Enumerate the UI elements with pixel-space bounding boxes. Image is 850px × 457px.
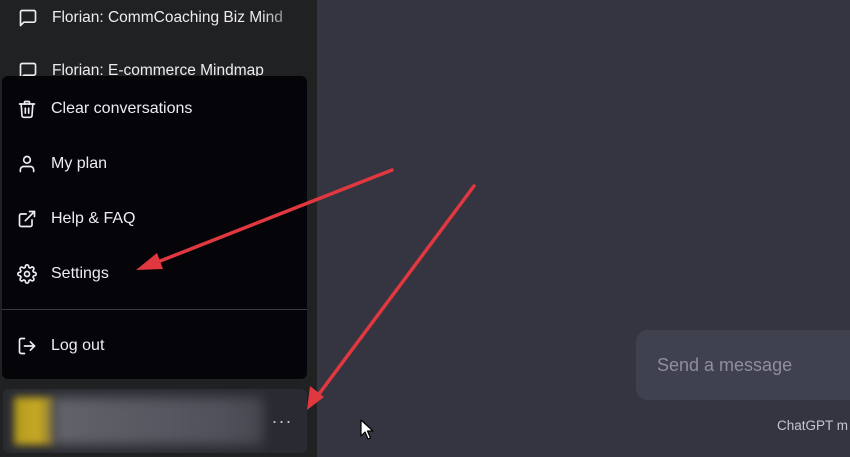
external-link-icon [17, 209, 37, 229]
gear-icon [17, 264, 37, 284]
blurred-user-name [53, 397, 263, 445]
menu-item-help-faq[interactable]: Help & FAQ [2, 197, 307, 241]
menu-item-my-plan[interactable]: My plan [2, 142, 307, 186]
menu-item-log-out[interactable]: Log out [2, 324, 307, 368]
trash-icon [17, 99, 37, 119]
conversation-title: Florian: CommCoaching Biz Mind [52, 9, 283, 26]
message-input[interactable] [655, 353, 847, 377]
footer-disclaimer: ChatGPT m [777, 418, 849, 433]
menu-item-label: Settings [51, 265, 109, 282]
message-composer [636, 330, 850, 400]
menu-item-label: My plan [51, 155, 108, 172]
logout-icon [17, 336, 37, 356]
menu-item-label: Log out [51, 337, 105, 354]
menu-item-settings[interactable]: Settings [2, 252, 307, 296]
more-options-button[interactable]: ··· [269, 409, 295, 433]
annotation-arrow-user [314, 184, 476, 400]
menu-item-label: Help & FAQ [51, 210, 136, 227]
user-account-button[interactable]: ··· [3, 389, 307, 453]
account-menu: Clear conversations My plan Help & FAQ S… [2, 76, 307, 379]
mouse-cursor-icon [360, 419, 374, 440]
sidebar: Florian: CommCoaching Biz Mind Florian: … [0, 0, 317, 457]
menu-item-clear-conversations[interactable]: Clear conversations [2, 87, 307, 131]
avatar [14, 397, 54, 445]
user-icon [17, 154, 37, 174]
chat-bubble-icon [18, 8, 38, 28]
menu-divider [2, 309, 307, 310]
menu-item-label: Clear conversations [51, 100, 193, 117]
conversation-item[interactable]: Florian: CommCoaching Biz Mind [8, 1, 308, 35]
